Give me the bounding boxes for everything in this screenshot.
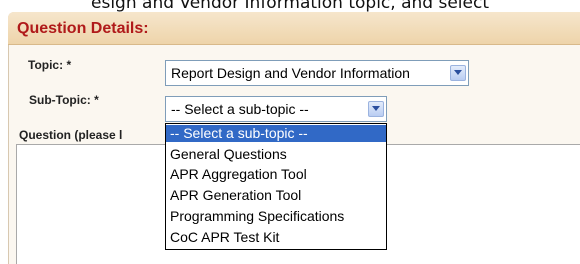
subtopic-select[interactable]: -- Select a sub-topic -- [165,96,387,122]
subtopic-required-marker: * [94,93,99,107]
subtopic-select-value: -- Select a sub-topic -- [171,101,309,117]
subtopic-option[interactable]: General Questions [166,146,386,163]
subtopic-label-text: Sub-Topic: [29,93,91,107]
subtopic-option[interactable]: Programming Specifications [166,208,386,225]
subtopic-option[interactable]: -- Select a sub-topic -- [166,125,386,142]
topic-label: Topic: * [28,58,71,72]
subtopic-option[interactable]: APR Generation Tool [166,187,386,204]
topic-label-text: Topic: [28,58,64,72]
topic-select-value: Report Design and Vendor Information [171,65,410,81]
cropped-instruction-text: esign and Vendor Information topic, and … [91,0,489,12]
subtopic-option[interactable]: CoC APR Test Kit [166,229,386,246]
chevron-down-icon[interactable] [450,65,466,81]
subtopic-dropdown-list: -- Select a sub-topic -- General Questio… [165,123,387,250]
subtopic-option[interactable]: APR Aggregation Tool [166,166,386,183]
subtopic-label: Sub-Topic: * [29,93,99,107]
question-label: Question (please l [19,128,123,142]
panel-title: Question Details: [17,20,149,37]
chevron-down-icon[interactable] [368,101,384,117]
topic-required-marker: * [66,58,72,72]
topic-select[interactable]: Report Design and Vendor Information [165,60,469,86]
